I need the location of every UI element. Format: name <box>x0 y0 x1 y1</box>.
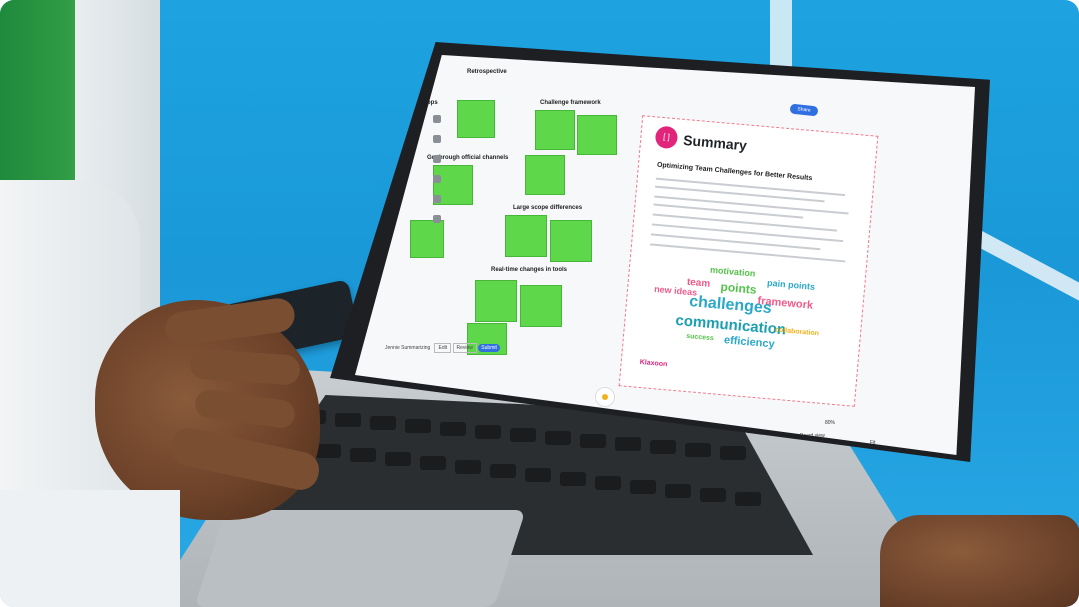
keyboard-key <box>630 480 656 494</box>
keyboard-key <box>720 446 746 460</box>
summary-card[interactable]: [ ] Summary Optimizing Team Challenges f… <box>618 115 879 407</box>
keyboard-key <box>350 448 376 462</box>
sticky-note[interactable] <box>475 280 517 322</box>
summary-title: Summary <box>682 131 748 154</box>
keyboard-key <box>650 440 676 454</box>
sticky-note[interactable] <box>457 100 495 138</box>
word-cloud-word: pain points <box>766 277 816 292</box>
sticky-note[interactable] <box>535 110 575 150</box>
sidebar-tool-icon[interactable] <box>433 155 441 163</box>
keyboard-key <box>615 437 641 451</box>
keyboard-key <box>545 431 571 445</box>
keyboard-key <box>665 484 691 498</box>
keyboard-key <box>490 464 516 478</box>
keyboard-key <box>595 476 621 490</box>
keyboard-key <box>525 468 551 482</box>
board-title: Retrospective <box>467 69 507 75</box>
keyboard-key <box>580 434 606 448</box>
sidebar-tool-icon[interactable] <box>433 135 441 143</box>
sticky-note[interactable] <box>525 155 565 195</box>
summary-logo-icon: [ ] <box>654 125 679 150</box>
sidebar-tool-icon[interactable] <box>433 175 441 183</box>
summary-text-line <box>651 223 844 243</box>
section-challenge-framework: Challenge framework <box>540 100 601 106</box>
share-button[interactable]: Share <box>789 103 819 117</box>
sticky-note[interactable] <box>550 220 592 262</box>
word-cloud-word: points <box>720 279 758 297</box>
keyboard-key <box>315 444 341 458</box>
sidebar-tool-icon[interactable] <box>433 195 441 203</box>
sticky-note[interactable] <box>577 115 617 155</box>
submit-button[interactable]: Submit <box>478 344 500 352</box>
keyboard-key <box>405 419 431 433</box>
keyboard-key <box>560 472 586 486</box>
current-user-label: Jennie Summarizing <box>385 345 431 351</box>
sticky-note[interactable] <box>520 285 562 327</box>
word-cloud-word: motivation <box>709 264 756 279</box>
summary-text-line <box>649 243 846 263</box>
keyboard-key <box>385 452 411 466</box>
sticky-note[interactable] <box>505 215 547 257</box>
bottom-action-bar: Jennie Summarizing Edit Review Submit <box>385 343 500 353</box>
zoom-level[interactable]: 80% <box>825 420 835 426</box>
summary-text-line <box>652 213 838 232</box>
right-hand <box>880 515 1079 607</box>
keyboard-key <box>685 443 711 457</box>
review-button[interactable]: Review <box>452 343 477 353</box>
sidebar-tool-icon[interactable] <box>433 115 441 123</box>
keyboard-key <box>420 456 446 470</box>
sleeve <box>0 490 180 607</box>
keyboard-key <box>455 460 481 474</box>
floating-action-button[interactable] <box>595 387 615 407</box>
keyboard-key <box>735 492 761 506</box>
section-large-scope: Large scope differences <box>513 205 583 211</box>
keyboard-key <box>510 428 536 442</box>
sidebar-tool-icon[interactable] <box>433 215 441 223</box>
keyboard-key <box>335 413 361 427</box>
word-cloud-word: success <box>685 332 715 343</box>
sticky-note[interactable] <box>410 220 444 258</box>
section-real-time: Real-time changes in tools <box>491 267 568 273</box>
touchpad <box>194 510 526 607</box>
klaxoon-brand: Klaxoon <box>639 358 668 369</box>
keyboard-key <box>700 488 726 502</box>
keyboard-key <box>370 416 396 430</box>
keyboard-key <box>440 422 466 436</box>
keyboard-key <box>475 425 501 439</box>
photo-scene: Retrospective Share Challenge framework … <box>0 0 1079 607</box>
edit-button[interactable]: Edit <box>434 343 452 353</box>
